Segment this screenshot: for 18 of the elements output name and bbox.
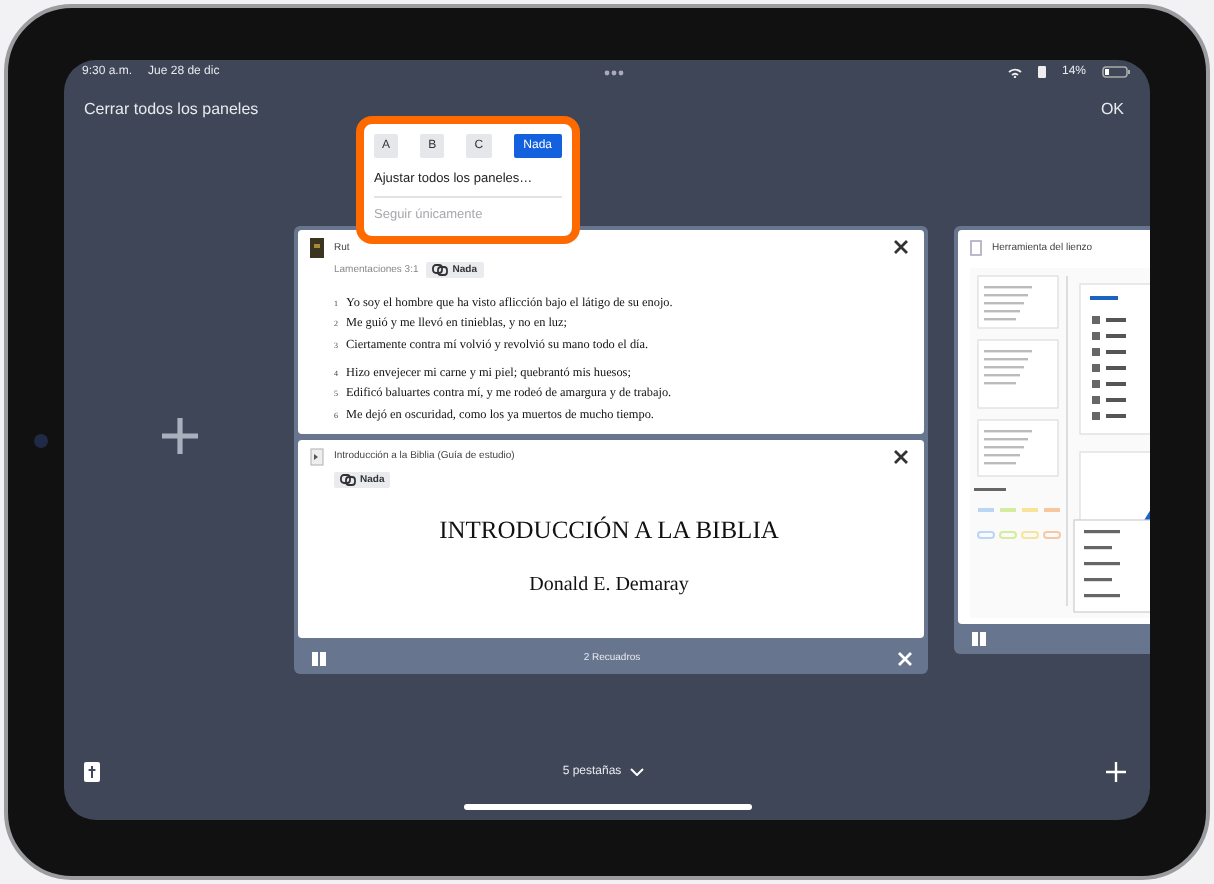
plus-icon[interactable]: [161, 418, 197, 454]
wifi-icon: [1008, 67, 1022, 77]
camera-lens: [34, 434, 48, 448]
bible-icon[interactable]: [84, 761, 100, 783]
close-all-panes-button[interactable]: Cerrar todos los paneles: [84, 99, 259, 117]
book-cover-icon: [310, 237, 324, 257]
close-icon[interactable]: [894, 449, 908, 463]
ok-button[interactable]: OK: [1100, 99, 1124, 117]
more-dots-icon[interactable]: [603, 69, 624, 75]
battery-icon: [1102, 66, 1131, 78]
book-title: INTRODUCCIÓN A LA BIBLIA: [437, 515, 781, 545]
link-icon: [340, 473, 356, 485]
document-icon: [970, 240, 982, 256]
chevron-down-icon: [629, 768, 644, 776]
close-icon[interactable]: [894, 240, 908, 254]
book-author: Donald E. Demaray: [527, 573, 691, 595]
link-icon: [432, 264, 449, 276]
document-icon: [310, 447, 324, 465]
